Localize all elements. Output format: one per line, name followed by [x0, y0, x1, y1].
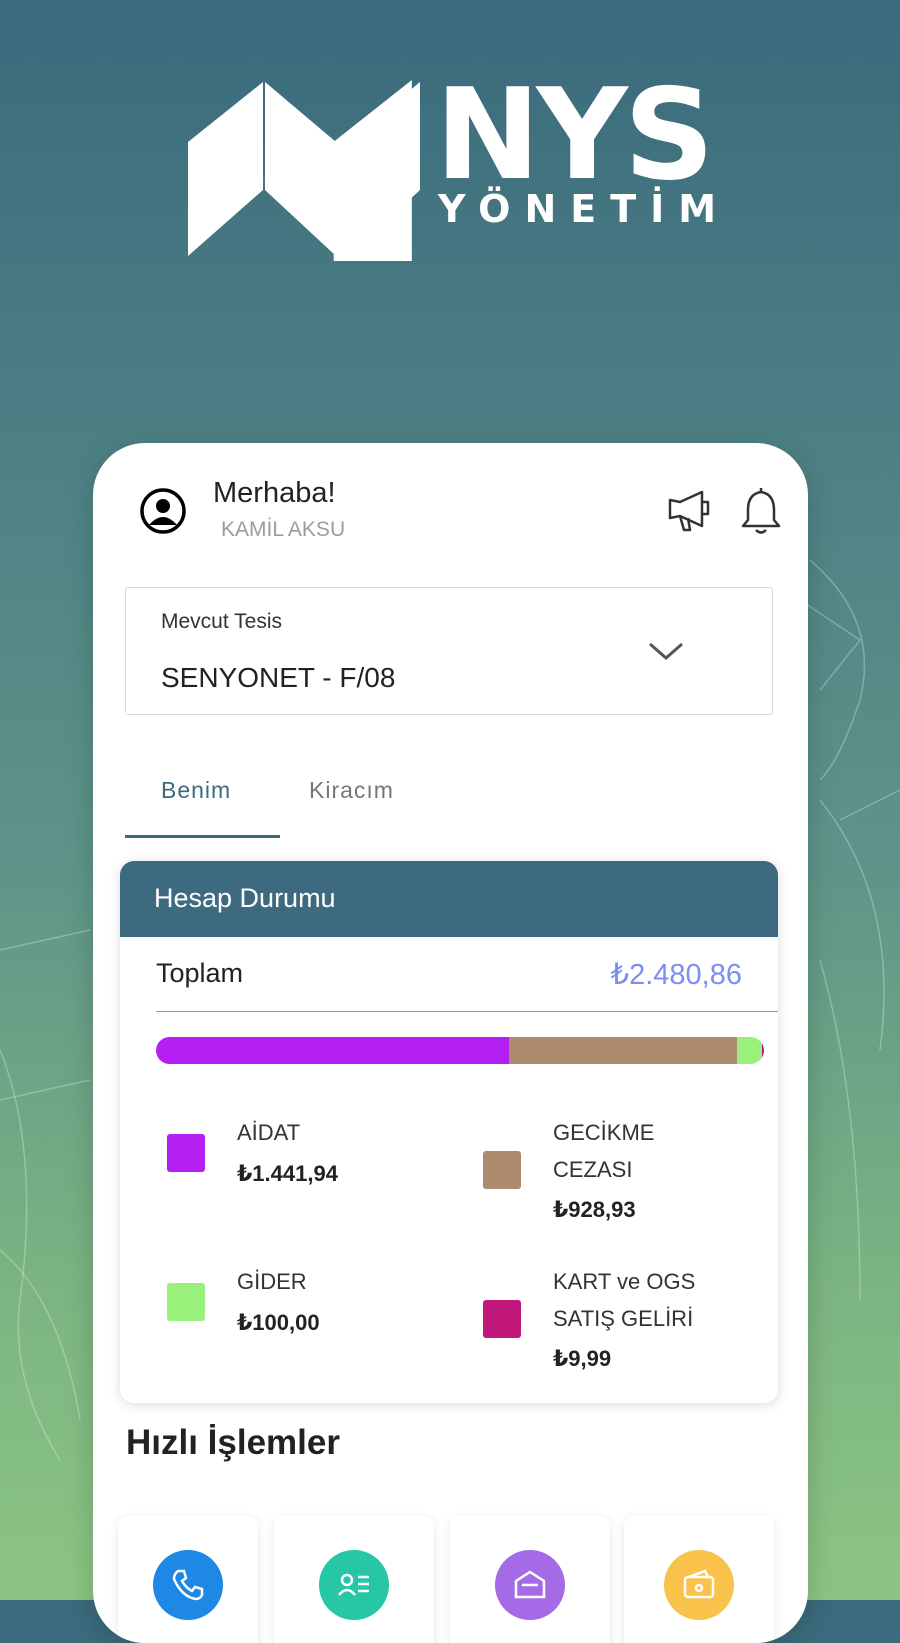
contact-card-icon: [338, 1573, 369, 1596]
quick-circle: [319, 1550, 389, 1620]
chevron-down-icon[interactable]: [646, 636, 686, 666]
quick-action-phone[interactable]: [118, 1516, 258, 1643]
tab-benim[interactable]: Benim: [161, 777, 231, 804]
progress-segment-gecikme: [509, 1037, 738, 1064]
legend-value-gider: ₺100,00: [237, 1310, 320, 1335]
account-status-card: Hesap Durumu Toplam ₺2.480,86 AİDAT ₺1.4…: [120, 861, 778, 1403]
legend-swatch-aidat: [167, 1134, 205, 1172]
card-header: Hesap Durumu: [120, 861, 778, 937]
bell-icon[interactable]: [738, 486, 784, 536]
progress-segment-aidat: [156, 1037, 510, 1064]
legend-swatch-gecikme: [483, 1151, 521, 1189]
nys-logo-mark: [188, 82, 420, 256]
progress-segment-kart: [761, 1037, 764, 1064]
user-avatar-icon[interactable]: [139, 487, 187, 535]
building-icon: [514, 1570, 546, 1599]
facility-select-value: SENYONET - F/08: [161, 662, 396, 693]
user-name: KAMİL AKSU: [221, 518, 346, 541]
facility-select-label: Mevcut Tesis: [161, 610, 282, 633]
legend-value-kart: ₺9,99: [553, 1346, 612, 1371]
divider: [156, 1011, 778, 1012]
quick-action-building[interactable]: [450, 1516, 610, 1643]
quick-actions-title: Hızlı İşlemler: [126, 1423, 340, 1462]
quick-circle: [153, 1550, 223, 1620]
quick-action-contact[interactable]: [274, 1516, 434, 1643]
legend-swatch-gider: [167, 1283, 205, 1321]
phone-icon: [172, 1569, 204, 1601]
megaphone-icon[interactable]: [666, 486, 712, 536]
wallet-icon: [683, 1569, 715, 1599]
legend-label-kart: KART ve OGS SATIŞ GELİRİ: [553, 1269, 696, 1331]
active-tab-indicator: [125, 835, 280, 838]
legend-swatch-kart: [483, 1300, 521, 1338]
quick-action-wallet[interactable]: [624, 1516, 774, 1643]
total-label: Toplam: [156, 958, 244, 988]
quick-circle: [495, 1550, 565, 1620]
legend-label-gecikme: GECİKME CEZASI: [553, 1120, 655, 1182]
tab-kiracim[interactable]: Kiracım: [309, 777, 394, 804]
legend-label-aidat: AİDAT: [237, 1120, 301, 1145]
legend-label-gider: GİDER: [237, 1269, 307, 1294]
quick-circle: [664, 1550, 734, 1620]
facility-select[interactable]: Mevcut Tesis SENYONET - F/08: [125, 587, 773, 715]
balance-progress-bar: [156, 1037, 764, 1064]
card-title: Hesap Durumu: [154, 883, 336, 913]
legend-value-gecikme: ₺928,93: [553, 1197, 636, 1222]
progress-segment-gider: [737, 1037, 762, 1064]
legend-value-aidat: ₺1.441,94: [237, 1161, 338, 1186]
greeting-text: Merhaba!: [213, 477, 336, 509]
phone-screen: Merhaba! KAMİL AKSU Mevcut Tesis SENYONE…: [93, 443, 808, 1643]
brand-name: NYS: [435, 61, 714, 208]
total-value: ₺2.480,86: [610, 959, 742, 991]
brand-subtitle: YÖNETİM: [438, 187, 731, 231]
